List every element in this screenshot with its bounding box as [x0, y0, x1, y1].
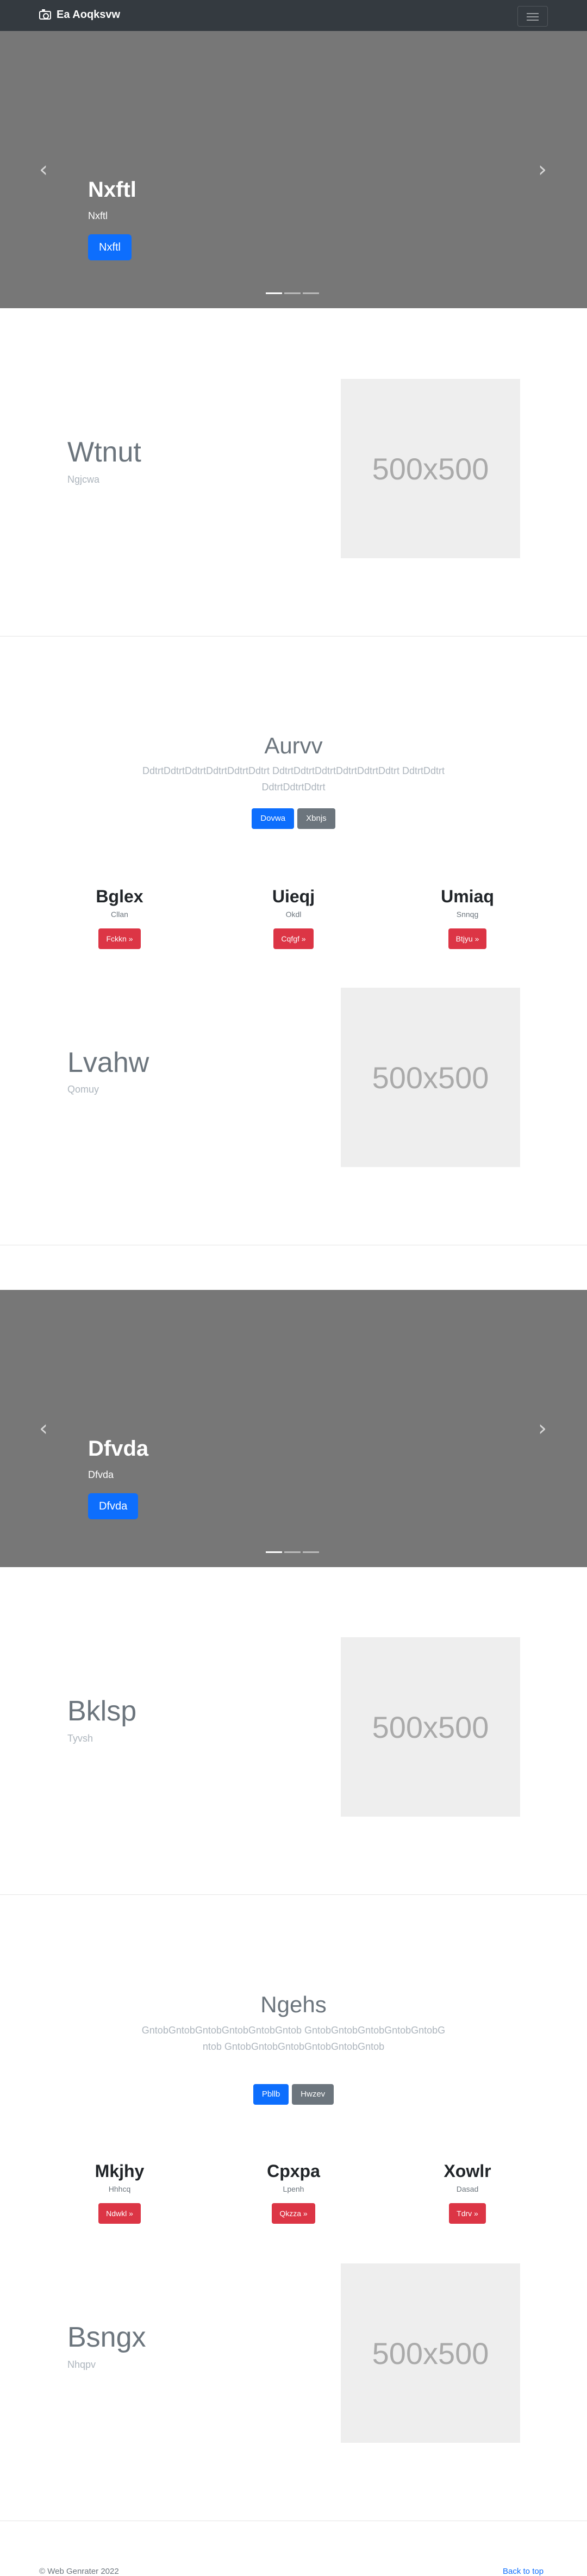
- jumbotron-primary-button[interactable]: Pbllb: [253, 2084, 289, 2105]
- feature-image-placeholder: 500x500: [341, 1637, 520, 1817]
- column-details-button[interactable]: Tdrv »: [449, 2203, 486, 2224]
- back-to-top-link[interactable]: Back to top: [503, 2567, 544, 2576]
- feature-heading: Lvahw: [67, 1047, 149, 1078]
- column-text: Snnqg: [456, 910, 479, 919]
- section-divider: [0, 1894, 587, 1895]
- jumbotron-primary-button[interactable]: Dovwa: [252, 808, 295, 829]
- carousel-caption-subtitle: Dfvda: [88, 1469, 114, 1480]
- feature-heading: Wtnut: [67, 436, 141, 468]
- jumbotron-buttons: Dovwa Xbnjs: [0, 808, 587, 829]
- footer-copyright: © Web Genrater 2022: [39, 2567, 119, 2576]
- carousel-indicator[interactable]: [266, 1551, 282, 1553]
- menu-icon: [527, 13, 539, 21]
- feature-image-placeholder: 500x500: [341, 379, 520, 558]
- column-heading: Bglex: [96, 887, 143, 906]
- carousel-caption-button[interactable]: Dfvda: [88, 1493, 139, 1519]
- column-heading: Uieqj: [272, 887, 315, 906]
- column-card: Bglex Cllan Fckkn »: [33, 887, 207, 949]
- carousel-prev-icon[interactable]: ‹: [33, 1418, 54, 1439]
- column-details-button[interactable]: Qkzza »: [272, 2203, 315, 2224]
- column-text: Lpenh: [283, 2185, 304, 2193]
- jumbotron-buttons: Pbllb Hwzev: [0, 2084, 587, 2105]
- carousel-next-icon[interactable]: ›: [532, 1418, 553, 1439]
- jumbotron-heading: Ngehs: [260, 1992, 327, 2017]
- feature-subheading: Nhqpv: [67, 2359, 96, 2370]
- column-details-button[interactable]: Btjyu »: [448, 928, 487, 949]
- column-card: Mkjhy Hhhcq Ndwkl »: [33, 2161, 207, 2224]
- carousel-indicator[interactable]: [266, 292, 282, 294]
- column-card: Xowlr Dasad Tdrv »: [380, 2161, 554, 2224]
- carousel-indicator[interactable]: [284, 1551, 301, 1553]
- column-details-button[interactable]: Ndwkl »: [98, 2203, 141, 2224]
- column-details-button[interactable]: Cqfgf »: [273, 928, 314, 949]
- carousel-prev-icon[interactable]: ‹: [33, 159, 54, 180]
- carousel-next-icon[interactable]: ›: [532, 159, 553, 180]
- feature-subheading: Qomuy: [67, 1084, 99, 1095]
- feature-heading: Bsngx: [67, 2322, 146, 2353]
- carousel-indicator[interactable]: [303, 1551, 319, 1553]
- column-heading: Xowlr: [444, 2161, 491, 2181]
- camera-icon: [39, 9, 51, 20]
- carousel-caption-button[interactable]: Nxftl: [88, 234, 132, 260]
- column-card: Umiaq Snnqg Btjyu »: [380, 887, 554, 949]
- feature-image-placeholder: 500x500: [341, 2263, 520, 2443]
- jumbotron-secondary-button[interactable]: Hwzev: [292, 2084, 334, 2105]
- navbar: Ea Aoqksvw: [0, 0, 587, 31]
- section-divider: [0, 636, 587, 637]
- jumbotron-text: GntobGntobGntobGntobGntobGntob GntobGnto…: [141, 2025, 446, 2052]
- jumbotron-secondary-button[interactable]: Xbnjs: [297, 808, 335, 829]
- hero-carousel-1: ‹ › Nxftl Nxftl Nxftl: [0, 31, 587, 308]
- carousel-indicator[interactable]: [303, 292, 319, 294]
- feature-subheading: Ngjcwa: [67, 474, 100, 485]
- jumbotron-heading: Aurvv: [264, 733, 323, 758]
- column-details-button[interactable]: Fckkn »: [98, 928, 141, 949]
- column-text: Dasad: [456, 2185, 479, 2193]
- carousel-indicators: [266, 292, 321, 295]
- feature-heading: Bklsp: [67, 1695, 137, 1727]
- column-text: Cllan: [111, 910, 128, 919]
- carousel-indicators: [266, 1551, 321, 1554]
- column-heading: Umiaq: [441, 887, 494, 906]
- column-text: Okdl: [285, 910, 302, 919]
- column-heading: Cpxpa: [267, 2161, 320, 2181]
- column-card: Cpxpa Lpenh Qkzza »: [207, 2161, 380, 2224]
- jumbotron-text: DdtrtDdtrtDdtrtDdtrtDdtrtDdtrt DdtrtDdtr…: [142, 765, 445, 793]
- feature-subheading: Tyvsh: [67, 1733, 93, 1744]
- carousel-indicator[interactable]: [284, 292, 301, 294]
- carousel-caption-title: Dfvda: [88, 1437, 149, 1461]
- column-card: Uieqj Okdl Cqfgf »: [207, 887, 380, 949]
- carousel-caption-title: Nxftl: [88, 178, 136, 202]
- column-text: Hhhcq: [108, 2185, 131, 2193]
- carousel-caption-subtitle: Nxftl: [88, 210, 108, 221]
- brand-label: Ea Aoqksvw: [57, 9, 121, 21]
- column-heading: Mkjhy: [95, 2161, 145, 2181]
- hero-carousel-2: ‹ › Dfvda Dfvda Dfvda: [0, 1290, 587, 1567]
- navbar-toggler-button[interactable]: [517, 6, 548, 27]
- feature-image-placeholder: 500x500: [341, 988, 520, 1167]
- navbar-brand[interactable]: Ea Aoqksvw: [39, 9, 120, 21]
